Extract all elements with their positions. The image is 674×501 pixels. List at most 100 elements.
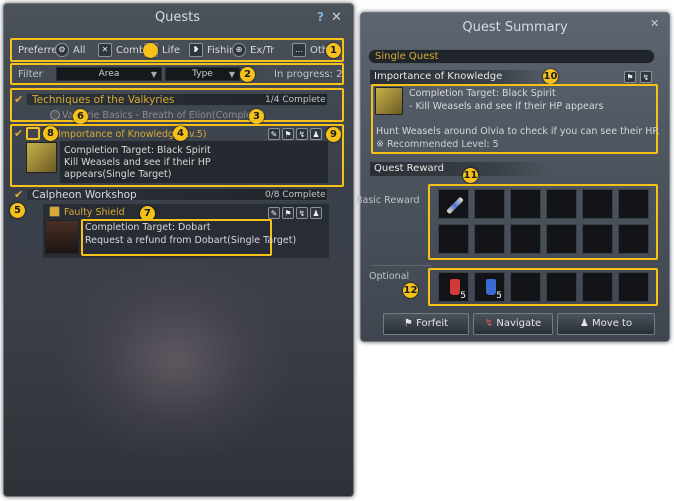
- reward-slot[interactable]: [438, 224, 469, 254]
- optional-divider: [371, 265, 431, 266]
- reward-header: Quest Reward: [370, 162, 550, 176]
- npc-portrait: [45, 220, 79, 254]
- reward-header-label: Quest Reward: [374, 163, 444, 174]
- item-count: 5: [496, 291, 502, 301]
- quest-giver-portrait: [26, 142, 57, 173]
- pref-all[interactable]: All: [73, 45, 85, 56]
- group-title-2: Calpheon Workshop: [32, 189, 137, 201]
- annotation-badge-3: 3: [249, 109, 264, 124]
- hp-potion-icon: [449, 278, 461, 296]
- group-progress: 1/4 Complete: [265, 95, 326, 105]
- quest-2-desc: Request a refund from Dobart(Single Targ…: [85, 235, 297, 246]
- pref-combat[interactable]: Combat: [116, 45, 143, 56]
- quest-type-label: Single Quest: [375, 51, 439, 62]
- group-progress-2: 0/8 Complete: [265, 190, 326, 200]
- background-figure: [60, 260, 290, 460]
- navigate-label: Navigate: [496, 318, 542, 329]
- summary-recommended-level: ※ Recommended Level: 5: [376, 139, 499, 150]
- quest-track-box[interactable]: [26, 127, 40, 140]
- optional-slot[interactable]: [618, 272, 649, 302]
- reward-slot[interactable]: [474, 189, 505, 219]
- pref-ex-tr[interactable]: Ex/Tr: [250, 45, 274, 56]
- type-select[interactable]: Type ▼: [165, 67, 240, 81]
- pref-life[interactable]: Life: [162, 45, 180, 56]
- forfeit-label: Forfeit: [416, 318, 449, 329]
- collapse-check-icon[interactable]: ✔: [14, 93, 23, 106]
- navigate-icon-3[interactable]: ↯: [640, 71, 652, 83]
- navigate-button[interactable]: ↯ Navigate: [473, 313, 553, 335]
- reward-slot[interactable]: [438, 189, 469, 219]
- scroll-item-icon: [446, 196, 464, 215]
- navigate-icon-2[interactable]: ↯: [296, 207, 308, 219]
- compass-icon[interactable]: ⊕: [232, 43, 246, 57]
- annotation-badge-6: 6: [73, 109, 88, 124]
- quest-2-title[interactable]: Faulty Shield: [64, 207, 125, 218]
- group-title: Techniques of the Valkyries: [32, 94, 175, 106]
- optional-slot[interactable]: [546, 272, 577, 302]
- quest-description: Kill Weasels and see if their HP appears…: [64, 157, 211, 180]
- optional-slot[interactable]: 5: [474, 272, 505, 302]
- flag-icon[interactable]: ⚑: [282, 128, 294, 140]
- annotation-badge-4: 4: [173, 126, 188, 141]
- flag-icon-2[interactable]: ⚑: [282, 207, 294, 219]
- pref-fishing[interactable]: Fishing: [207, 45, 232, 56]
- fish-icon[interactable]: ❥: [189, 43, 203, 57]
- quest-completion-target: Completion Target: Black Spirit: [64, 145, 211, 156]
- navigate-icon: ↯: [484, 318, 497, 329]
- sub-quest-complete[interactable]: Valkyrie Basics - Breath of Elion(Comple…: [62, 110, 265, 121]
- navigate-icon[interactable]: ↯: [296, 128, 308, 140]
- pencil-icon[interactable]: ✎: [268, 128, 280, 140]
- quest-2-target: Completion Target: Dobart: [85, 222, 211, 233]
- summary-task: - Kill Weasels and see if their HP appea…: [409, 101, 604, 112]
- reward-slot[interactable]: [546, 189, 577, 219]
- annotation-badge-1b: [143, 43, 158, 58]
- optional-label: Optional: [369, 271, 410, 282]
- flag-icon: ⚑: [403, 318, 417, 329]
- reward-slot[interactable]: [510, 224, 541, 254]
- reward-slot[interactable]: [510, 189, 541, 219]
- summary-title: Quest Summary: [462, 20, 568, 35]
- help-button[interactable]: ?: [317, 10, 324, 24]
- summary-quest-title: Importance of Knowledge: [374, 71, 503, 82]
- close-icon[interactable]: ✕: [331, 10, 342, 25]
- move-to-icon-2[interactable]: ♟: [310, 207, 322, 219]
- move-to-button[interactable]: ♟ Move to: [557, 313, 655, 335]
- move-to-label: Move to: [592, 318, 633, 329]
- gears-icon[interactable]: ⚙: [55, 43, 69, 57]
- forfeit-button[interactable]: ⚑ Forfeit: [383, 313, 469, 335]
- mp-potion-icon: [485, 278, 497, 296]
- summary-portrait: [375, 87, 403, 115]
- summary-quest-header: Importance of Knowledge: [370, 70, 550, 84]
- reward-slot[interactable]: [474, 224, 505, 254]
- quest-2-type-icon: [49, 206, 60, 217]
- summary-close-icon[interactable]: ✕: [650, 17, 659, 30]
- reward-slot[interactable]: [582, 189, 613, 219]
- chevron-down-icon: ▼: [150, 70, 157, 79]
- reward-slot[interactable]: [618, 224, 649, 254]
- annotation-badge-2: 2: [240, 67, 255, 82]
- swords-icon[interactable]: ✕: [98, 43, 112, 57]
- quests-title: Quests: [154, 10, 201, 25]
- area-select[interactable]: Area ▼: [56, 67, 162, 81]
- reward-slot[interactable]: [618, 189, 649, 219]
- summary-description: Hunt Weasels around Olvia to check if yo…: [376, 126, 660, 137]
- annotation-badge-12: 12: [403, 283, 418, 298]
- in-progress-count: In progress: 2: [274, 69, 343, 80]
- type-select-value: Type: [192, 69, 213, 79]
- optional-slot[interactable]: [510, 272, 541, 302]
- flag-icon-3[interactable]: ⚑: [624, 71, 636, 83]
- summary-target: Completion Target: Black Spirit: [409, 88, 556, 99]
- complete-dot-icon: [50, 110, 60, 120]
- reward-slot[interactable]: [582, 224, 613, 254]
- reward-slot[interactable]: [546, 224, 577, 254]
- optional-slot[interactable]: [582, 272, 613, 302]
- item-count: 5: [460, 291, 466, 301]
- annotation-badge-10: 10: [543, 69, 558, 84]
- pencil-icon-2[interactable]: ✎: [268, 207, 280, 219]
- optional-slot[interactable]: 5: [438, 272, 469, 302]
- collapse-check-icon-2[interactable]: ✔: [14, 188, 23, 201]
- ellipsis-icon[interactable]: …: [292, 43, 306, 57]
- chevron-down-icon: ▼: [228, 70, 235, 79]
- quest-check-icon[interactable]: ✔: [14, 127, 23, 140]
- move-to-icon[interactable]: ♟: [310, 128, 322, 140]
